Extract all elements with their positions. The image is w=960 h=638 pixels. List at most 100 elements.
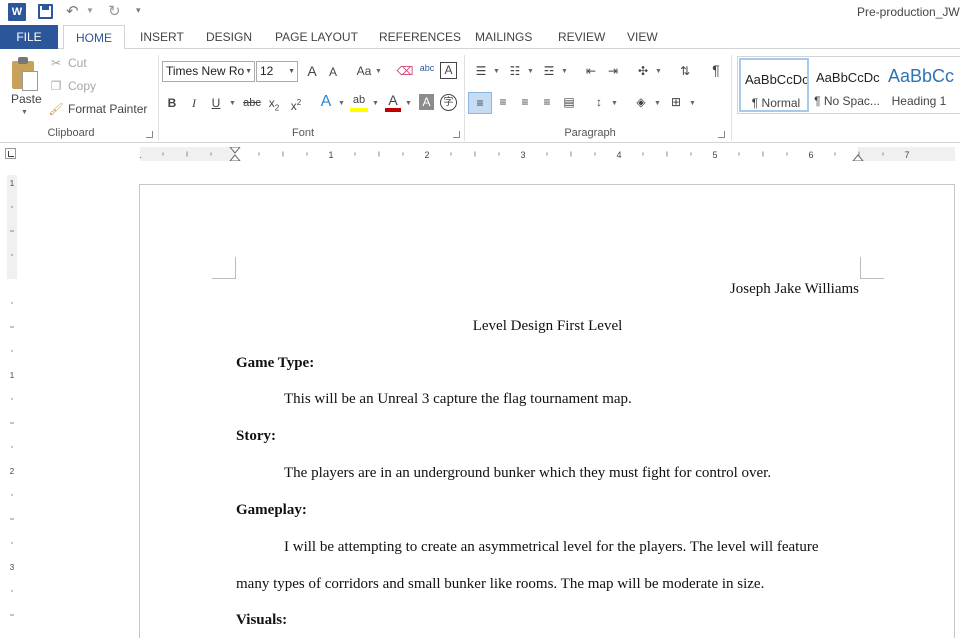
chevron-down-icon[interactable]: ▼: [527, 68, 534, 75]
chevron-down-icon[interactable]: ▼: [654, 100, 661, 107]
distributed-icon[interactable]: ▤: [560, 93, 578, 111]
paragraph-launcher-icon[interactable]: [718, 131, 725, 138]
clipboard-launcher-icon[interactable]: [146, 131, 153, 138]
word-app-icon[interactable]: W: [8, 3, 26, 21]
tab-page-layout[interactable]: PAGE LAYOUT: [275, 25, 358, 49]
phonetic-guide-icon[interactable]: abc: [418, 59, 436, 77]
paste-dropdown-icon[interactable]: ▼: [21, 109, 28, 116]
character-border-icon[interactable]: A: [440, 62, 457, 79]
ruler-number: 1: [10, 179, 15, 188]
paragraph-gameplay-line-2[interactable]: many types of corridors and small bunker…: [236, 576, 859, 593]
chevron-down-icon[interactable]: ▼: [229, 100, 236, 107]
grow-font-button[interactable]: A: [304, 62, 320, 80]
tab-references[interactable]: REFERENCES: [379, 25, 461, 49]
author-line[interactable]: Joseph Jake Williams: [236, 281, 859, 298]
multilevel-list-icon[interactable]: ☲: [540, 62, 558, 80]
chevron-down-icon[interactable]: ▼: [611, 100, 618, 107]
tab-selector-icon[interactable]: [5, 148, 16, 159]
superscript-button[interactable]: x2: [288, 94, 304, 115]
vertical-ruler[interactable]: 1 1 2 3: [2, 175, 20, 638]
font-color-icon[interactable]: A: [385, 92, 401, 112]
heading-visuals[interactable]: Visuals:: [236, 612, 859, 629]
scissors-icon: ✂: [50, 56, 62, 70]
ruler-number: 2: [424, 150, 429, 160]
undo-dropdown-icon[interactable]: ▼: [86, 6, 94, 15]
chevron-down-icon[interactable]: ▼: [689, 100, 696, 107]
chevron-down-icon[interactable]: ▼: [655, 68, 662, 75]
save-icon[interactable]: [38, 4, 53, 19]
line-spacing-icon[interactable]: ↕: [590, 93, 608, 111]
chevron-down-icon[interactable]: ▼: [375, 68, 382, 75]
cut-button[interactable]: ✂ Cut: [48, 56, 87, 70]
tab-file[interactable]: FILE: [0, 25, 58, 49]
tab-insert[interactable]: INSERT: [140, 25, 184, 49]
chevron-down-icon[interactable]: ▼: [561, 68, 568, 75]
document-page[interactable]: Joseph Jake Williams Level Design First …: [139, 184, 955, 638]
show-formatting-icon[interactable]: ¶: [707, 61, 725, 79]
italic-button[interactable]: I: [187, 94, 201, 112]
text-effects-icon[interactable]: A: [318, 93, 334, 111]
align-center-icon[interactable]: ≡: [494, 93, 512, 111]
ribbon: Paste ▼ ✂ Cut ❐ Copy 🖌 Format Painter Clipb…: [0, 49, 960, 143]
borders-icon[interactable]: ⊞: [667, 93, 685, 111]
heading-game-type[interactable]: Game Type:: [236, 355, 859, 372]
increase-indent-icon[interactable]: ⇥: [604, 62, 622, 80]
redo-icon[interactable]: ↻: [108, 2, 121, 20]
numbering-icon[interactable]: ☷: [506, 62, 524, 80]
character-shading-icon[interactable]: A: [419, 94, 434, 110]
sort-icon[interactable]: ⇅: [676, 62, 694, 80]
font-size-value: 12: [260, 64, 274, 78]
tab-design[interactable]: DESIGN: [206, 25, 252, 49]
tab-home[interactable]: HOME: [63, 25, 125, 50]
subscript-button[interactable]: x2: [266, 94, 282, 117]
heading-gameplay[interactable]: Gameplay:: [236, 502, 859, 519]
enclose-characters-icon[interactable]: 字: [440, 94, 457, 111]
group-divider: [731, 55, 732, 141]
tab-review[interactable]: REVIEW: [558, 25, 605, 49]
underline-button[interactable]: U: [209, 94, 223, 112]
style-normal[interactable]: AaBbCcDc ¶ Normal: [739, 58, 809, 112]
style-heading-1[interactable]: AaBbCc Heading 1: [884, 58, 960, 112]
bullets-icon[interactable]: ☰: [472, 62, 490, 80]
heading-story[interactable]: Story:: [236, 428, 859, 445]
align-right-icon[interactable]: ≡: [516, 93, 534, 111]
undo-icon[interactable]: ↶: [66, 2, 79, 20]
superscript-mark: 2: [296, 98, 302, 107]
paragraph-game-type[interactable]: This will be an Unreal 3 capture the fla…: [236, 391, 859, 408]
shrink-font-button[interactable]: A: [325, 63, 341, 81]
chevron-down-icon[interactable]: ▼: [372, 100, 379, 107]
align-left-icon[interactable]: ≡: [468, 92, 492, 114]
copy-button[interactable]: ❐ Copy: [48, 79, 96, 93]
tab-mailings[interactable]: MAILINGS: [475, 25, 532, 49]
shading-icon[interactable]: ◈: [632, 93, 650, 111]
font-launcher-icon[interactable]: [453, 131, 460, 138]
chevron-down-icon[interactable]: ▼: [338, 100, 345, 107]
clear-formatting-icon[interactable]: ⌫: [396, 62, 414, 80]
paragraph-group-label: Paragraph: [564, 127, 616, 139]
style-no-spacing[interactable]: AaBbCcDc ¶ No Spac...: [812, 58, 882, 112]
decrease-indent-icon[interactable]: ⇤: [582, 62, 600, 80]
asian-layout-icon[interactable]: ✣: [634, 62, 652, 80]
horizontal-ruler[interactable]: 1 1 2 3 4 5 6 7: [140, 147, 955, 161]
chevron-down-icon[interactable]: ▼: [405, 100, 412, 107]
paragraph-gameplay-line-1[interactable]: I will be attempting to create an asymme…: [236, 539, 859, 556]
chevron-down-icon: ▼: [245, 68, 252, 75]
paragraph-story[interactable]: The players are in an underground bunker…: [236, 465, 859, 482]
change-case-button[interactable]: Aa: [353, 62, 375, 80]
copy-label: Copy: [68, 79, 97, 93]
tab-view[interactable]: VIEW: [627, 25, 658, 49]
bold-button[interactable]: B: [165, 94, 179, 112]
paste-button[interactable]: Paste: [11, 92, 42, 106]
chevron-down-icon[interactable]: ▼: [493, 68, 500, 75]
style-name: ¶ Normal: [751, 96, 801, 110]
strikethrough-button[interactable]: abc: [241, 94, 263, 112]
highlight-icon[interactable]: ab: [350, 92, 368, 112]
paste-icon[interactable]: [10, 57, 38, 91]
customize-quick-access-icon[interactable]: ▾: [136, 5, 141, 16]
font-size-select[interactable]: 12 ▼: [256, 61, 298, 82]
document-title-line[interactable]: Level Design First Level: [236, 318, 859, 335]
ruler-number: 5: [712, 150, 717, 160]
font-family-select[interactable]: Times New Ro ▼: [162, 61, 255, 82]
format-painter-button[interactable]: 🖌 Format Painter: [48, 102, 147, 116]
justify-icon[interactable]: ≡: [538, 93, 556, 111]
